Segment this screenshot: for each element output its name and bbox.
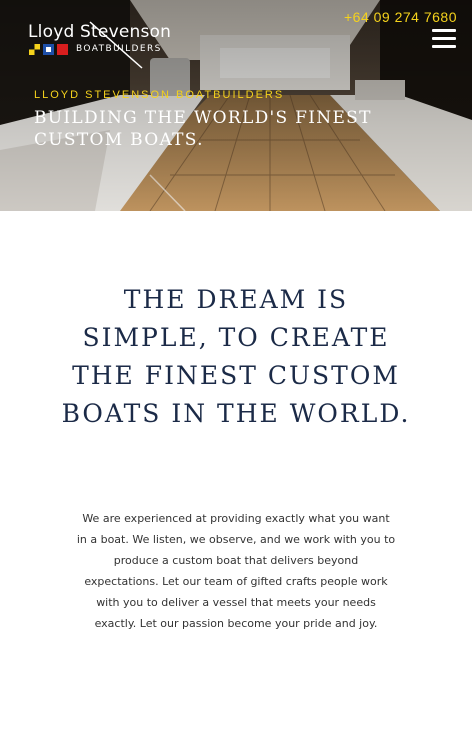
hamburger-menu-icon[interactable] [432,29,456,49]
hero-kicker: LLOYD STEVENSON BOATBUILDERS [34,89,285,101]
brand-subtitle: BOATBUILDERS [76,44,162,54]
signal-flags-icon [29,44,68,55]
section-heading: THE DREAM IS SIMPLE, TO CREATE THE FINES… [61,285,411,428]
hero-banner: Lloyd Stevenson BOATBUILDERS +64 09 274 … [0,0,472,211]
phone-link[interactable]: +64 09 274 7680 [344,9,457,25]
hero-title: BUILDING THE WORLD'S FINEST CUSTOM BOATS… [34,108,372,150]
intro-paragraph: We are experienced at providing exactly … [76,512,396,630]
